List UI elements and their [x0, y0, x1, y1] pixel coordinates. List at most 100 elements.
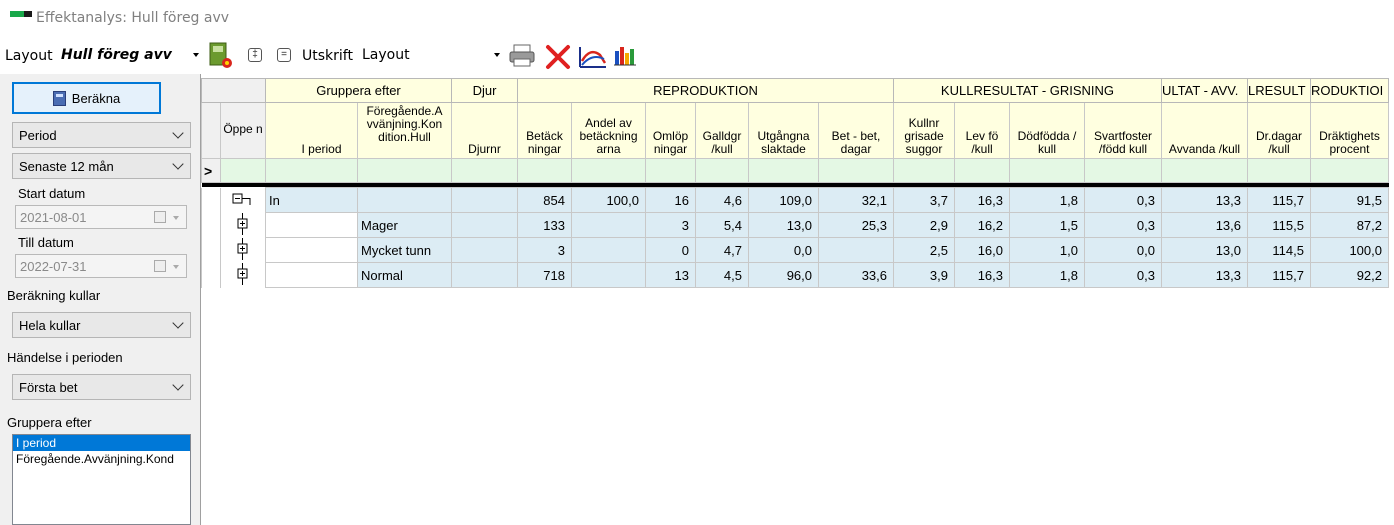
cell: 0,3 [1084, 187, 1162, 213]
cell: 114,5 [1247, 237, 1311, 263]
cell: 0,3 [1084, 262, 1162, 288]
cell: 25,3 [818, 212, 894, 238]
col-mating-interval[interactable]: Bet - bet, dagar [818, 102, 894, 159]
printer-icon[interactable] [508, 43, 536, 69]
expand-tree-icon [237, 212, 248, 235]
calendar-icon [154, 260, 166, 272]
cell: 16,3 [954, 262, 1010, 288]
list-item[interactable]: I period [13, 435, 190, 451]
expand-all-button[interactable]: ‡ [248, 48, 262, 62]
col-open[interactable]: Öppe n [220, 102, 266, 159]
group-by-list[interactable]: I period Föregående.Avvänjning.Kond [12, 434, 191, 525]
save-layout-icon[interactable] [208, 41, 234, 69]
col-litter-no[interactable]: Kullnr grisade suggor [893, 102, 955, 159]
cell: 13,0 [748, 212, 819, 238]
layout-combo[interactable]: Hull föreg avv [57, 42, 203, 68]
col-returns[interactable]: Omlöp ningar [645, 102, 696, 159]
end-date-field[interactable]: 2022-07-31 [15, 254, 187, 278]
calculate-button-label: Beräkna [71, 90, 121, 106]
row-group: Mycket tunn [357, 237, 452, 263]
col-animal-no[interactable]: Djurnr [451, 102, 518, 159]
cell: 92,2 [1310, 262, 1389, 288]
row-group: Mager [357, 212, 452, 238]
collapse-tree-icon [232, 193, 251, 205]
col-prev-weaning-condition[interactable]: △ Föregående.A vvänjning.Kon dition.Hull [357, 102, 452, 159]
band-litter-result: LRESULT [1247, 78, 1311, 103]
end-date-value: 2022-07-31 [20, 259, 87, 274]
cell: 4,7 [695, 237, 749, 263]
col-culled[interactable]: Utgångna slaktade [748, 102, 819, 159]
chevron-down-icon [172, 127, 184, 139]
expand-tree-icon [237, 262, 248, 285]
cell: 1,8 [1009, 262, 1085, 288]
cell: 5,4 [695, 212, 749, 238]
results-table: Gruppera efter Djur REPRODUKTION KULLRES… [201, 78, 1389, 288]
sort-ascending-icon: △ [358, 125, 359, 137]
cell: 16,3 [954, 187, 1010, 213]
chevron-down-icon [172, 317, 184, 329]
cell: 1,8 [1009, 187, 1085, 213]
cell: 0,3 [1084, 212, 1162, 238]
cell: 1,0 [1009, 237, 1085, 263]
filter-panel: Beräkna Period Senaste 12 mån Start datu… [0, 74, 201, 525]
col-matings[interactable]: Betäck ningar [517, 102, 572, 159]
cell: 4,6 [695, 187, 749, 213]
expand-icon[interactable] [220, 237, 266, 263]
table-row[interactable]: Mager 133 3 5,4 13,0 25,3 2,9 16,2 1,5 0… [201, 212, 1389, 238]
collapse-all-button[interactable]: = [277, 48, 291, 62]
collapse-icon[interactable] [220, 187, 266, 213]
calc-litters-value: Hela kullar [19, 318, 81, 333]
col-weaned[interactable]: Avvanda /kull [1161, 102, 1248, 159]
cell: 16,2 [954, 212, 1010, 238]
start-date-field[interactable]: 2021-08-01 [15, 205, 187, 229]
col-period[interactable]: I period [265, 102, 358, 159]
dropdown-arrow-icon [494, 53, 500, 57]
header-corner [201, 78, 266, 103]
event-select[interactable]: Första bet [12, 374, 191, 400]
column-header-row: Öppe n I period △ Föregående.A vvänjning… [201, 102, 1389, 159]
close-icon[interactable] [544, 43, 572, 71]
col-gestation-days[interactable]: Dr.dagar /kull [1247, 102, 1311, 159]
row-period [265, 262, 358, 288]
row-group [357, 187, 452, 213]
print-layout-combo[interactable]: Layout [358, 42, 504, 68]
expand-icon[interactable] [220, 212, 266, 238]
col-stillborn[interactable]: Dödfödda / kull [1009, 102, 1085, 159]
cell: 2,5 [893, 237, 955, 263]
chevron-down-icon [172, 379, 184, 391]
cell: 109,0 [748, 187, 819, 213]
calculator-icon [52, 90, 66, 106]
period-select[interactable]: Period [12, 122, 191, 148]
band-weaning: ULTAT - AVV. [1161, 78, 1248, 103]
filter-row[interactable]: > [201, 158, 1389, 183]
table-row[interactable]: Normal 718 13 4,5 96,0 33,6 3,9 16,3 1,8… [201, 262, 1389, 288]
col-barren-days[interactable]: Galldgr /kull [695, 102, 749, 159]
line-chart-icon[interactable] [578, 43, 608, 69]
col-share-matings[interactable]: Andel av betäckning arna [571, 102, 646, 159]
range-select[interactable]: Senaste 12 mån [12, 153, 191, 179]
band-animal: Djur [451, 78, 518, 103]
cell: 91,5 [1310, 187, 1389, 213]
layout-label: Layout [5, 48, 53, 64]
cell: 96,0 [748, 262, 819, 288]
list-item[interactable]: Föregående.Avvänjning.Kond [13, 451, 190, 467]
cell: 100,0 [1310, 237, 1389, 263]
cell: 100,0 [571, 187, 646, 213]
row-indicator-icon: > [201, 158, 221, 183]
expand-icon[interactable] [220, 262, 266, 288]
table-row[interactable]: In 854 100,0 16 4,6 109,0 32,1 3,7 16,3 … [201, 187, 1389, 213]
col-pregnancy-percent[interactable]: Dräktighets procent [1310, 102, 1389, 159]
cell: 87,2 [1310, 212, 1389, 238]
col-prev-weaning-label: Föregående.A vvänjning.Kon dition.Hull [366, 104, 443, 144]
results-grid: Gruppera efter Djur REPRODUKTION KULLRES… [201, 78, 1394, 525]
cell: 0,0 [748, 237, 819, 263]
table-row[interactable]: Mycket tunn 3 0 4,7 0,0 2,5 16,0 1,0 0,0… [201, 237, 1389, 263]
start-date-label: Start datum [18, 186, 86, 201]
start-date-value: 2021-08-01 [20, 210, 87, 225]
calc-litters-select[interactable]: Hela kullar [12, 312, 191, 338]
bar-chart-icon[interactable] [612, 43, 638, 69]
calculate-button[interactable]: Beräkna [12, 82, 161, 114]
cell: 3,9 [893, 262, 955, 288]
col-liveborn[interactable]: Lev fö /kull [954, 102, 1010, 159]
col-mummified[interactable]: Svartfoster /född kull [1084, 102, 1162, 159]
